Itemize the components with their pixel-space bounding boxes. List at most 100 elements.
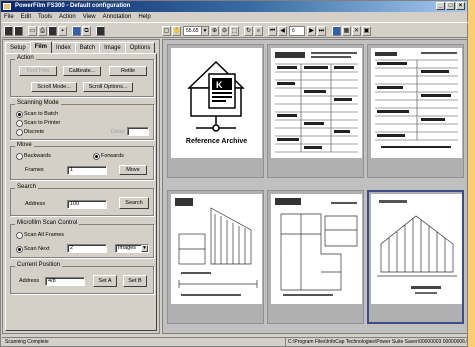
tab-image[interactable]: Image — [99, 42, 126, 53]
menu-file[interactable]: File — [4, 13, 14, 21]
page-input[interactable]: 6 — [289, 26, 305, 36]
form-document-image — [275, 52, 358, 153]
scan-to-batch-radio[interactable]: Scan to Batch — [16, 110, 58, 118]
scan-control-title: Microfilm Scan Control — [15, 220, 80, 226]
tab-index[interactable]: Index — [51, 42, 76, 53]
scan-to-printer-radio[interactable]: Scan to Printer — [16, 119, 60, 127]
chevron-down-icon: ▼ — [201, 27, 208, 35]
current-position-group: Current Position Address 4/8 Set A Set B — [10, 262, 154, 294]
find-film-button[interactable]: Find Film — [19, 66, 57, 76]
zoom-in-icon[interactable]: ⊕ — [210, 26, 219, 36]
scissors-icon[interactable] — [48, 26, 57, 36]
thumbnail-page-5[interactable] — [267, 190, 364, 324]
film-tab-body: Action Find Film Calibrate... Retile Scr… — [5, 53, 157, 331]
plan-drawing-image — [275, 198, 358, 296]
forwards-radio[interactable]: Forwards — [93, 152, 124, 160]
menu-annotation[interactable]: Annotation — [103, 13, 132, 21]
tab-strip: Setup Film Index Batch Image Options — [5, 41, 156, 53]
menu-edit[interactable]: Edit — [21, 13, 31, 21]
scan-unit-select[interactable]: Images ▼ — [115, 244, 149, 253]
zoom-select[interactable]: 55.65 ▼ — [183, 26, 209, 36]
film-icon[interactable] — [96, 26, 105, 36]
grid-view-icon[interactable]: ▦ — [342, 26, 351, 36]
status-text: Scanning Complete — [5, 339, 49, 345]
properties-icon[interactable]: ▣ — [362, 26, 371, 36]
position-address-label: Address — [19, 278, 40, 284]
frames-input[interactable]: 1 — [67, 166, 107, 175]
construction-drawing-image — [175, 198, 258, 296]
last-page-icon[interactable]: ⏭ — [317, 26, 326, 36]
reference-archive-caption: Reference Archive — [185, 138, 248, 145]
title-bar[interactable]: PowerFilm FS300 - Default configuration … — [1, 1, 467, 12]
calibrate-button[interactable]: Calibrate... — [63, 66, 101, 76]
thumbnail-page-2[interactable] — [267, 44, 364, 178]
next-page-icon[interactable]: ▶ — [307, 26, 316, 36]
page-image — [171, 194, 262, 304]
print-icon[interactable]: ⎙ — [38, 26, 47, 36]
prev-page-icon[interactable]: ◀ — [278, 26, 287, 36]
scroll-mode-button[interactable]: Scroll Mode... — [31, 82, 77, 92]
backwards-radio[interactable]: Backwards — [16, 152, 51, 160]
thumbnail-view-icon[interactable] — [332, 26, 341, 36]
thumbnail-reference-archive[interactable]: K Reference Archive — [167, 44, 264, 178]
menu-action[interactable]: Action — [59, 13, 76, 21]
delete-icon[interactable]: ✕ — [352, 26, 361, 36]
chevron-down-icon: ▼ — [141, 245, 148, 252]
page-image — [271, 194, 362, 304]
frames-label: Frames — [25, 167, 44, 173]
toolbar: ▭ ⎙ ▪ ⧉ ▢ ✋ 55.65 ▼ ⊕ ⊖ ⬚ ↻ ⌕ ⏮ ◀ 6 ▶ ⏭ … — [2, 22, 468, 38]
thumbnail-page-6[interactable] — [367, 190, 464, 324]
menu-help[interactable]: Help — [138, 13, 150, 21]
scanning-mode-group: Scanning Mode Scan to Batch Scan to Prin… — [10, 100, 154, 140]
tab-setup[interactable]: Setup — [5, 42, 31, 53]
fit-page-icon[interactable]: ▢ — [162, 26, 171, 36]
app-window: PowerFilm FS300 - Default configuration … — [0, 0, 468, 347]
menu-view[interactable]: View — [83, 13, 96, 21]
maximize-button[interactable]: □ — [446, 2, 455, 10]
status-bar: Scanning Complete C:\Program Files\InfoC… — [2, 337, 468, 347]
menu-tools[interactable]: Tools — [38, 13, 52, 21]
page-image — [371, 194, 462, 304]
minimize-button[interactable]: _ — [436, 2, 445, 10]
open-icon[interactable]: ▭ — [28, 26, 37, 36]
search-address-input[interactable]: 100 — [67, 200, 107, 209]
scroll-options-button[interactable]: Scroll Options... — [83, 82, 133, 92]
batch-icon[interactable] — [14, 26, 23, 36]
move-group: Move Backwards Forwards Frames 1 Move — [10, 142, 154, 180]
search-button[interactable]: Search — [119, 197, 149, 209]
position-address-input[interactable]: 4/8 — [45, 277, 85, 286]
scan-all-frames-radio[interactable]: Scan All Frames — [16, 231, 64, 239]
scan-unit-value: Images — [118, 245, 137, 251]
zoom-out-icon[interactable]: ⊖ — [220, 26, 229, 36]
elevation-drawing-image — [377, 200, 457, 294]
action-group: Action Find Film Calibrate... Retile Scr… — [10, 55, 154, 97]
discrete-radio[interactable]: Discrete — [16, 128, 44, 136]
first-page-icon[interactable]: ⏮ — [268, 26, 277, 36]
delay-input[interactable] — [127, 127, 149, 136]
thumbnail-page-3[interactable] — [367, 44, 464, 178]
copy-icon[interactable]: ⧉ — [82, 26, 91, 36]
save-icon[interactable]: ▪ — [58, 26, 67, 36]
move-title: Move — [15, 142, 34, 148]
set-b-button[interactable]: Set B — [123, 275, 147, 287]
scan-icon[interactable] — [4, 26, 13, 36]
move-button[interactable]: Move — [119, 165, 147, 175]
tab-film[interactable]: Film — [29, 41, 53, 53]
scan-next-radio[interactable]: Scan Next — [16, 245, 49, 253]
rotate-icon[interactable]: ↻ — [244, 26, 253, 36]
hand-icon[interactable]: ✋ — [172, 26, 181, 36]
select-area-icon[interactable]: ⬚ — [230, 26, 239, 36]
tab-options[interactable]: Options — [124, 42, 156, 53]
thumbnail-viewer: K Reference Archive — [162, 39, 468, 334]
close-button[interactable]: × — [456, 2, 465, 10]
tab-batch[interactable]: Batch — [74, 42, 101, 53]
scan-count-input[interactable]: 2 — [67, 244, 107, 253]
retile-button[interactable]: Retile — [109, 66, 147, 76]
magnify-icon[interactable]: ⌕ — [254, 26, 263, 36]
action-group-title: Action — [15, 55, 36, 61]
window-title: PowerFilm FS300 - Default configuration — [15, 3, 131, 9]
form-document-image — [375, 52, 458, 148]
set-a-button[interactable]: Set A — [93, 275, 117, 287]
thumbnail-page-4[interactable] — [167, 190, 264, 324]
monitor-icon[interactable] — [72, 26, 81, 36]
